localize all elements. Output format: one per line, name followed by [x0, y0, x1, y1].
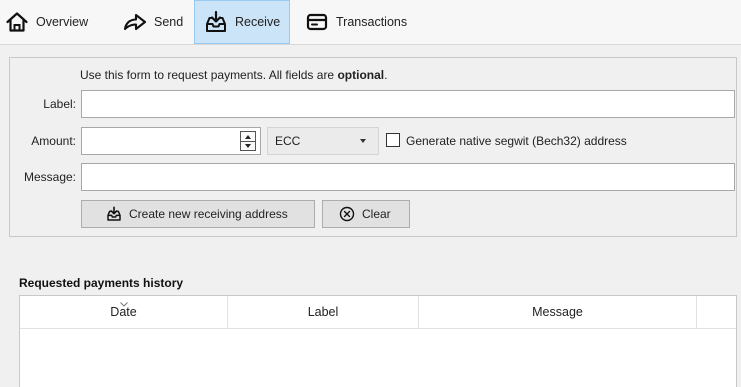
clear-button[interactable]: Clear [322, 200, 410, 228]
chevron-down-icon [360, 139, 366, 143]
column-header-message-label: Message [532, 305, 583, 319]
amount-stepper[interactable] [240, 131, 256, 151]
amount-decrement-button[interactable] [241, 141, 255, 150]
clear-circle-x-icon [339, 206, 355, 222]
form-hint: Use this form to request payments. All f… [80, 68, 387, 82]
tab-send[interactable]: Send [118, 0, 188, 44]
column-header-extra[interactable] [697, 296, 736, 328]
main-toolbar: Overview Send Receive Transactions [0, 0, 741, 45]
sort-chevron-down-icon [120, 296, 128, 310]
tab-send-label: Send [154, 15, 184, 29]
arrow-up-icon [245, 134, 251, 139]
form-hint-text: Use this form to request payments. All f… [80, 68, 338, 82]
tab-overview[interactable]: Overview [2, 0, 110, 44]
message-input[interactable] [81, 163, 735, 191]
amount-input[interactable] [82, 128, 240, 154]
tab-receive-label: Receive [235, 15, 281, 29]
history-table: Date Label Message [19, 295, 737, 387]
arrow-down-icon [245, 143, 251, 148]
card-list-icon [304, 9, 330, 35]
home-icon [4, 9, 30, 35]
label-input[interactable] [81, 90, 735, 118]
amount-spinbox[interactable] [81, 127, 261, 155]
send-arrow-icon [122, 9, 148, 35]
segwit-checkbox-label[interactable]: Generate native segwit (Bech32) address [406, 134, 627, 148]
history-title: Requested payments history [19, 276, 184, 290]
segwit-checkbox[interactable] [386, 133, 400, 147]
label-field-label: Label: [43, 97, 76, 111]
inbox-receive-icon [106, 206, 122, 222]
column-header-label-label: Label [307, 305, 339, 319]
clear-button-label: Clear [362, 207, 391, 221]
create-address-button-label: Create new receiving address [129, 207, 288, 221]
amount-field-label: Amount: [31, 134, 76, 148]
tab-transactions-label: Transactions [336, 15, 408, 29]
message-field-label: Message: [23, 170, 76, 184]
history-table-header: Date Label Message [20, 296, 736, 329]
column-header-date[interactable]: Date [20, 296, 228, 328]
column-header-label[interactable]: Label [228, 296, 419, 328]
form-hint-bold: optional [337, 68, 385, 82]
create-address-button[interactable]: Create new receiving address [81, 200, 315, 228]
form-hint-suffix: . [384, 68, 388, 82]
tab-receive[interactable]: Receive [194, 0, 290, 44]
unit-select-value: ECC [275, 134, 301, 148]
tab-overview-label: Overview [36, 15, 89, 29]
unit-select[interactable]: ECC [267, 127, 379, 155]
inbox-receive-icon [203, 9, 229, 35]
tab-transactions[interactable]: Transactions [300, 0, 420, 44]
column-header-message[interactable]: Message [419, 296, 697, 328]
